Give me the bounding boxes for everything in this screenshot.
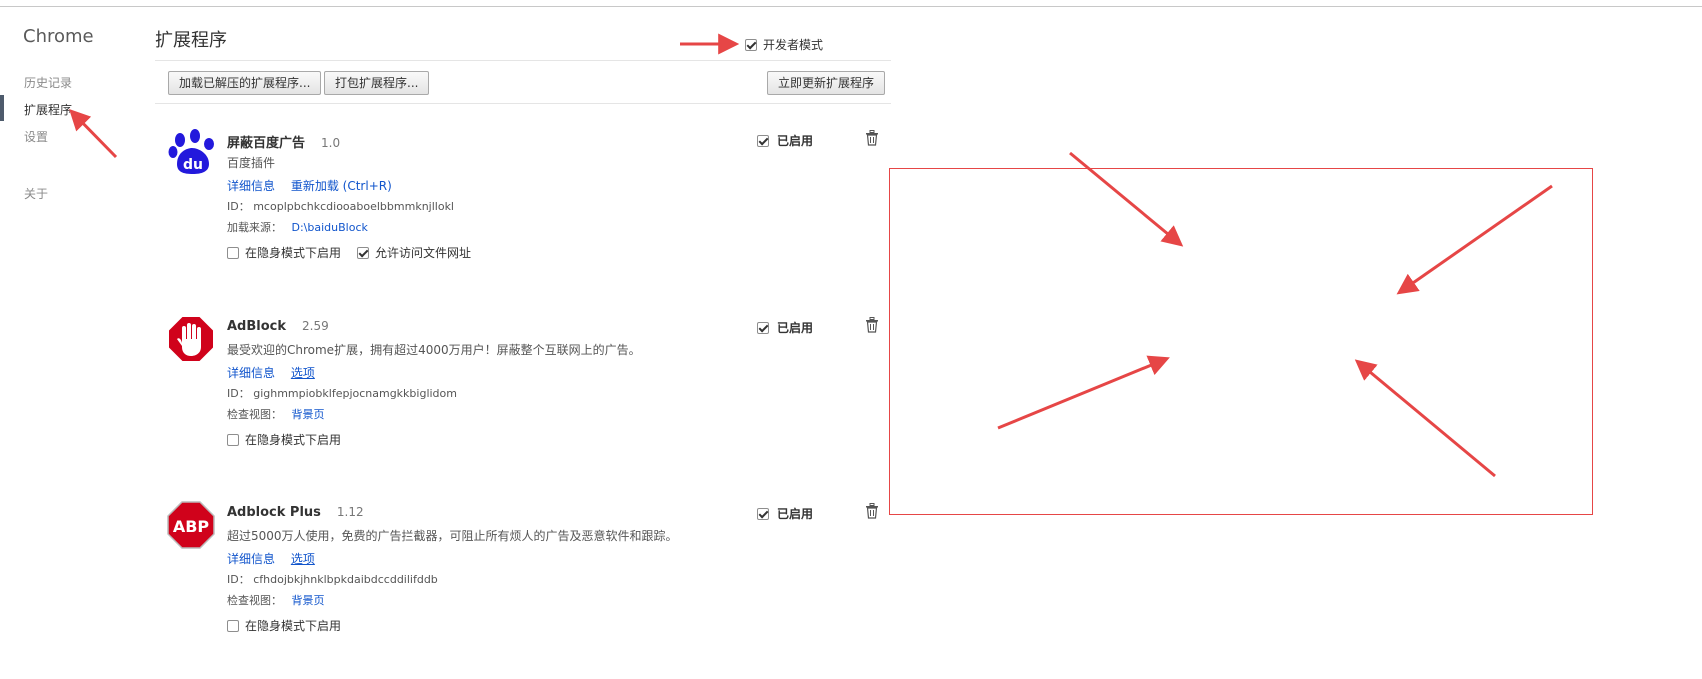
baidu-paw-icon: du [168, 129, 214, 174]
extension-item: AdBlock 2.59 最受欢迎的Chrome扩展，拥有超过4000万用户！屏蔽… [155, 315, 891, 485]
extension-options-row: 在隐身模式下启用 [227, 617, 341, 634]
enabled-toggle[interactable]: 已启用 [757, 505, 813, 522]
file-access-checkbox[interactable] [357, 246, 370, 259]
inspect-views-label: 检查视图： [227, 594, 282, 607]
extension-source-row: 加载来源： D:\baiduBlock [227, 219, 380, 235]
developer-mode-toggle[interactable]: 开发者模式 [745, 36, 823, 53]
header-divider [155, 60, 891, 61]
sidebar-brand: Chrome [23, 26, 94, 47]
details-link[interactable]: 详细信息 [227, 366, 275, 380]
toolbar-divider [155, 103, 891, 104]
extension-description: 超过5000万人使用，免费的广告拦截器，可阻止所有烦人的广告及恶意软件和跟踪。 [227, 529, 678, 543]
extension-id-value: mcoplpbchkcdiooaboelbbmmknjllokl [253, 200, 454, 213]
sidebar-item-history[interactable]: 历史记录 [24, 74, 72, 91]
extension-name: 屏蔽百度广告 1.0 [227, 132, 340, 151]
sidebar-item-extensions[interactable]: 扩展程序 [24, 101, 72, 118]
reload-link[interactable]: 重新加载 (Ctrl+R) [291, 179, 392, 193]
abp-octagon-icon: ABP [167, 501, 215, 549]
enabled-checkbox[interactable] [757, 507, 769, 520]
inspect-views-row: 检查视图： 背景页 [227, 592, 337, 608]
extension-id-row: ID： cfhdojbkjhnklbpkdaibdccddilifddb [227, 571, 438, 587]
background-page-link[interactable]: 背景页 [292, 408, 325, 421]
load-unpacked-button[interactable]: 加载已解压的扩展程序... [168, 71, 322, 95]
drop-zone-annotation-box [889, 168, 1593, 515]
extension-id-label: ID： [227, 200, 250, 213]
extension-id-label: ID： [227, 573, 250, 586]
extension-links: 详细信息 选项 [227, 550, 327, 567]
baidu-logo-text: du [183, 157, 203, 173]
inspect-views-label: 检查视图： [227, 408, 282, 421]
extension-version: 2.59 [302, 319, 329, 333]
update-extensions-button[interactable]: 立即更新扩展程序 [767, 71, 886, 95]
extension-version: 1.0 [321, 136, 341, 150]
window-top-edge [0, 0, 1702, 7]
load-source-label: 加载来源： [227, 221, 282, 234]
extension-description: 百度插件 [227, 156, 276, 170]
extension-item: ABP Adblock Plus 1.12 超过5000万人使用，免费的广告拦截器… [155, 501, 891, 671]
extension-name-text: 屏蔽百度广告 [227, 136, 306, 151]
incognito-checkbox[interactable] [227, 433, 239, 446]
developer-mode-label: 开发者模式 [763, 38, 824, 52]
extension-id-value: gighmmpiobklfepjocnamgkkbiglidom [253, 387, 457, 400]
options-link[interactable]: 选项 [291, 552, 315, 566]
extension-name-text: AdBlock [227, 319, 287, 334]
abp-logo-text: ABP [173, 517, 210, 536]
enabled-checkbox[interactable] [757, 321, 769, 334]
extension-id-value: cfhdojbkjhnklbpkdaibdccddilifddb [253, 573, 438, 586]
extension-name: AdBlock 2.59 [227, 319, 329, 334]
extension-id-label: ID： [227, 387, 250, 400]
load-source-path-link[interactable]: D:\baiduBlock [292, 221, 368, 234]
inspect-views-row: 检查视图： 背景页 [227, 406, 337, 422]
incognito-checkbox[interactable] [227, 246, 239, 259]
incognito-label: 在隐身模式下启用 [245, 619, 342, 633]
sidebar: Chrome 历史记录 扩展程序 设置 关于 [0, 0, 140, 679]
details-link[interactable]: 详细信息 [227, 552, 275, 566]
extension-options-row: 在隐身模式下启用 允许访问文件网址 [227, 244, 471, 261]
incognito-label: 在隐身模式下启用 [245, 433, 342, 447]
details-link[interactable]: 详细信息 [227, 179, 275, 193]
enabled-toggle[interactable]: 已启用 [757, 132, 813, 149]
extension-name: Adblock Plus 1.12 [227, 505, 364, 520]
extension-version: 1.12 [336, 505, 364, 519]
developer-mode-checkbox[interactable] [745, 38, 757, 51]
file-access-label: 允许访问文件网址 [375, 246, 472, 260]
active-nav-marker [0, 95, 4, 121]
extension-links: 详细信息 重新加载 (Ctrl+R) [227, 177, 404, 194]
extension-name-text: Adblock Plus [227, 505, 321, 520]
incognito-label: 在隐身模式下启用 [245, 246, 342, 260]
page-title: 扩展程序 [155, 30, 227, 51]
sidebar-item-settings[interactable]: 设置 [24, 128, 48, 145]
enabled-label: 已启用 [777, 134, 814, 148]
extension-description: 最受欢迎的Chrome扩展，拥有超过4000万用户！屏蔽整个互联网上的广告。 [227, 343, 641, 357]
extension-links: 详细信息 选项 [227, 364, 327, 381]
trash-icon[interactable] [865, 503, 879, 519]
extension-id-row: ID： mcoplpbchkcdiooaboelbbmmknjllokl [227, 198, 454, 214]
extension-id-row: ID： gighmmpiobklfepjocnamgkkbiglidom [227, 385, 457, 401]
enabled-label: 已启用 [777, 507, 814, 521]
incognito-checkbox[interactable] [227, 619, 239, 632]
options-link[interactable]: 选项 [291, 366, 315, 380]
enabled-toggle[interactable]: 已启用 [757, 319, 813, 336]
pack-extension-button[interactable]: 打包扩展程序... [324, 71, 430, 95]
background-page-link[interactable]: 背景页 [292, 594, 325, 607]
enabled-label: 已启用 [777, 321, 814, 335]
extension-options-row: 在隐身模式下启用 [227, 431, 341, 448]
enabled-checkbox[interactable] [757, 134, 769, 147]
sidebar-item-about[interactable]: 关于 [24, 185, 48, 202]
trash-icon[interactable] [865, 317, 879, 333]
extension-item: du 屏蔽百度广告 1.0 百度插件 详细信息 重新加载 (Ctrl+R) ID：… [155, 128, 891, 298]
adblock-hand-icon [167, 315, 215, 363]
trash-icon[interactable] [865, 130, 879, 146]
